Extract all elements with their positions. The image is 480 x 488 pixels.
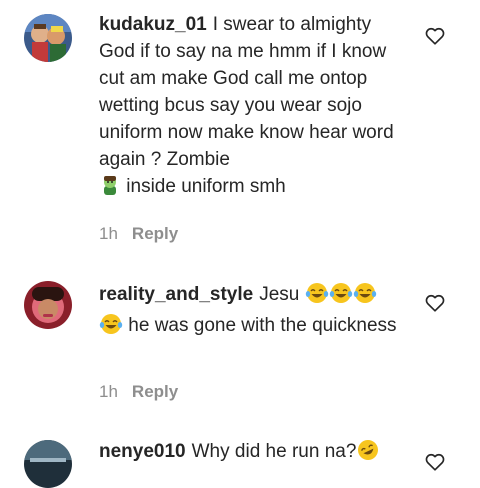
tears-of-joy-emoji-icon xyxy=(305,282,329,312)
comment-time: 1h xyxy=(99,224,118,243)
comment-body-tail: inside uniform smh xyxy=(121,176,286,197)
comment-body: he was gone with the quickness xyxy=(123,315,397,336)
comment-text: reality_and_style Jesu he was gone with t… xyxy=(99,281,409,343)
comment-meta: 1h Reply xyxy=(99,224,178,244)
avatar-photo-icon xyxy=(24,14,72,62)
reply-button[interactable]: Reply xyxy=(132,224,178,243)
avatar-photo-icon xyxy=(24,281,72,329)
tears-of-joy-emoji-icon xyxy=(329,282,353,312)
like-heart-icon[interactable] xyxy=(424,451,446,473)
comment-body: Why did he run na? xyxy=(191,441,357,462)
reply-button[interactable]: Reply xyxy=(132,382,178,401)
comment-username[interactable]: reality_and_style xyxy=(99,284,253,305)
comment-time: 1h xyxy=(99,382,118,401)
zombie-emoji-icon xyxy=(99,174,121,204)
tears-of-joy-emoji-icon xyxy=(99,313,123,343)
comment-username[interactable]: nenye010 xyxy=(99,441,186,462)
avatar[interactable] xyxy=(24,14,72,62)
tears-of-joy-emoji-icon xyxy=(353,282,377,312)
comment-username[interactable]: kudakuz_01 xyxy=(99,14,207,35)
like-heart-icon[interactable] xyxy=(424,25,446,47)
rolling-laughing-emoji-icon xyxy=(356,439,380,469)
comment-text: nenye010 Why did he run na? xyxy=(99,438,409,469)
comment-text: kudakuz_01 I swear to almighty God if to … xyxy=(99,11,409,204)
avatar[interactable] xyxy=(24,440,72,488)
comment-meta: 1h Reply xyxy=(99,382,178,402)
avatar[interactable] xyxy=(24,281,72,329)
like-heart-icon[interactable] xyxy=(424,292,446,314)
avatar-photo-icon xyxy=(24,440,72,488)
comment-body: I swear to almighty God if to say na me … xyxy=(99,14,394,170)
comment-body-head: Jesu xyxy=(259,284,305,305)
